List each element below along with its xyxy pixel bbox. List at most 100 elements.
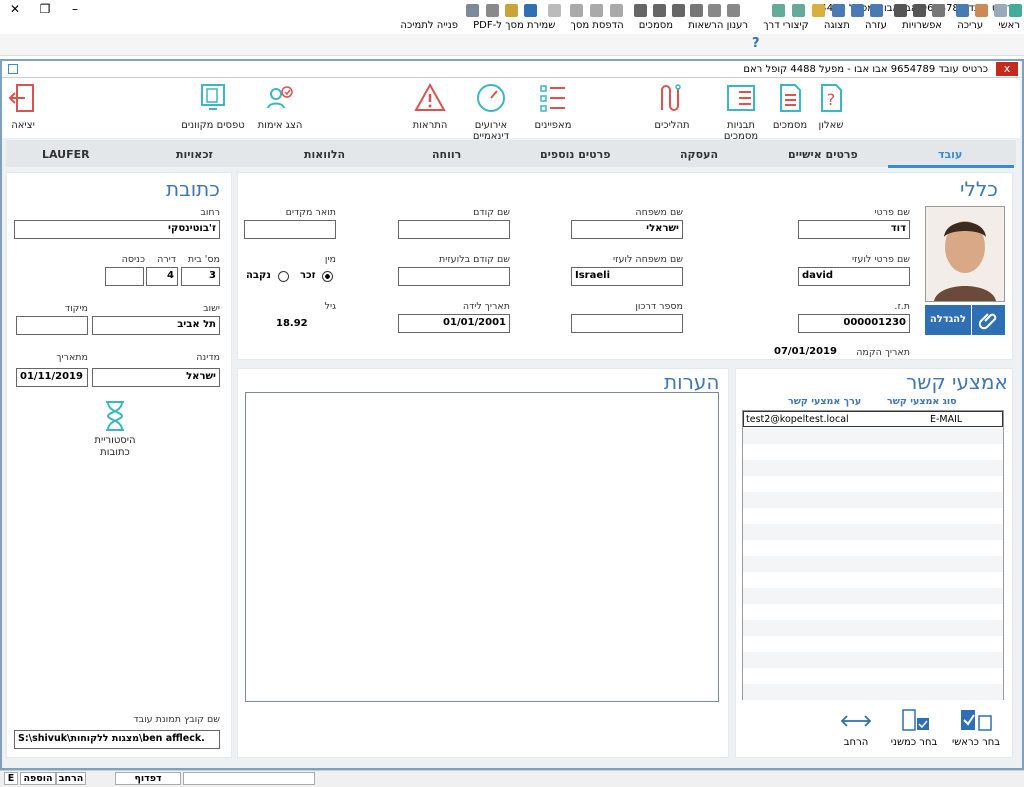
menu-options[interactable]: אפשרויות (902, 18, 942, 34)
city-field[interactable]: תל אביב (92, 316, 220, 335)
street-field[interactable]: ז'בוטינסקי (14, 220, 220, 239)
male-radio[interactable] (322, 271, 333, 282)
first-name-field[interactable]: דוד (798, 220, 910, 239)
check-icon[interactable] (727, 4, 740, 17)
edit-icon[interactable] (975, 4, 988, 17)
grid-icon[interactable] (690, 4, 703, 17)
menu-save-pdf[interactable]: שמירת מסך ל-PDF (473, 18, 555, 34)
help-icon[interactable]: ? (752, 36, 760, 51)
tag-icon[interactable] (812, 4, 825, 17)
passport-field[interactable] (571, 314, 683, 333)
prev-icon[interactable] (870, 4, 883, 17)
filter-icon[interactable] (792, 4, 805, 17)
doc-icon[interactable] (894, 4, 907, 17)
print-icon[interactable] (1009, 4, 1022, 17)
contact-row[interactable]: E-MAIL test2@kopeltest.local (743, 411, 1003, 427)
sort-icon[interactable] (772, 4, 785, 17)
tab-additional[interactable]: פרטים נוספים (540, 148, 610, 161)
close-window-button[interactable]: ✕ (0, 0, 30, 18)
zip-field[interactable] (16, 316, 88, 335)
title-field[interactable] (244, 220, 336, 239)
list-icon[interactable] (634, 4, 647, 17)
tab-laufer[interactable]: LAUFER (42, 148, 90, 161)
prev-name-foreign-field[interactable] (398, 267, 510, 286)
toolbar (0, 34, 1024, 56)
menu-view[interactable]: תצוגה (824, 18, 850, 34)
prev-name-label: שם קודם (473, 207, 510, 218)
grid-row-empty (743, 684, 1003, 700)
alerts-label: התראות (412, 120, 448, 131)
last-name-foreign-field[interactable]: Israeli (571, 267, 683, 286)
features-button[interactable]: מאפיינים (530, 82, 576, 131)
refresh-icon[interactable] (524, 4, 537, 17)
close-employee-window-button[interactable]: x (996, 62, 1018, 76)
menu-shortcuts[interactable]: קיצורי דרך (763, 18, 809, 34)
photo-file-label: שם קובץ תמונת עובד (133, 714, 220, 725)
menu-support[interactable]: פנייה לתמיכה (400, 18, 458, 34)
copy-icon[interactable] (466, 4, 479, 17)
female-radio[interactable] (278, 271, 289, 282)
documents-button[interactable]: מסמכים (770, 82, 810, 131)
first-name-foreign-field[interactable]: david (798, 267, 910, 286)
minimize-window-button[interactable]: – (60, 0, 90, 18)
attach-photo-button[interactable] (972, 305, 1005, 335)
tab-personal[interactable]: פרטים אישיים (788, 148, 858, 161)
expand-button[interactable]: הרחב (834, 708, 878, 748)
last-name-label: שם משפחה (635, 207, 683, 218)
menu-help[interactable]: עזרה (865, 18, 887, 34)
report-icon[interactable] (653, 4, 666, 17)
country-field[interactable]: ישראל (92, 368, 220, 387)
list-features-icon (540, 85, 565, 112)
apt-field[interactable]: 4 (146, 267, 178, 286)
enlarge-photo-button[interactable]: להגדלה (925, 305, 971, 335)
birth-field[interactable]: 01/01/2001 (398, 314, 510, 333)
show-auth-button[interactable]: הצג אימות (252, 82, 308, 131)
prev-name-field[interactable] (398, 220, 510, 239)
from-date-field[interactable]: 01/11/2019 (16, 368, 88, 387)
online-forms-button[interactable]: טפסים מקוונים (178, 82, 248, 131)
address-history-button[interactable]: היסטוריית כתובות (90, 400, 140, 459)
back-icon[interactable] (956, 4, 969, 17)
alerts-button[interactable]: התראות (405, 82, 455, 131)
tab-employee[interactable]: עובד (938, 148, 962, 161)
select-secondary-button[interactable]: בחר כמשני (886, 708, 942, 748)
delete-icon[interactable] (932, 4, 945, 17)
tab-loans[interactable]: הלוואות (304, 148, 345, 161)
id-field[interactable]: 000001230 (798, 314, 910, 333)
entrance-field[interactable] (105, 267, 144, 286)
processes-label: תהליכים (654, 120, 690, 131)
questionnaire-button[interactable]: ? שאלון (813, 82, 849, 131)
copy2-icon[interactable] (570, 4, 583, 17)
paste2-icon[interactable] (610, 4, 623, 17)
tab-employment[interactable]: העסקה (680, 148, 718, 161)
dynamic-events-button[interactable]: אירועים דינאמיים (458, 82, 524, 142)
documents-label: מסמכים (772, 120, 808, 131)
tab-welfare[interactable]: רווחה (432, 148, 461, 161)
processes-button[interactable]: תהליכים (644, 82, 700, 131)
doc-templates-button[interactable]: תבניות מסמכים (710, 82, 772, 142)
menu-home[interactable]: ראשי (998, 18, 1020, 34)
user-icon[interactable] (994, 4, 1007, 17)
cut2-icon[interactable] (590, 4, 603, 17)
next-icon[interactable] (851, 4, 864, 17)
restore-window-button[interactable]: ❐ (30, 0, 60, 18)
table-icon[interactable] (708, 4, 721, 17)
undo-icon[interactable] (548, 4, 561, 17)
doc2-icon[interactable] (913, 4, 926, 17)
tab-entitlements[interactable]: זכאויות (176, 148, 213, 161)
menu-refresh-permissions[interactable]: רענון הרשאות (688, 18, 748, 34)
doc-templates-label: תבניות מסמכים (723, 120, 759, 142)
photo-file-field[interactable]: S:\shivuk\מצגות ללקוחות\ben affleck. (14, 730, 220, 749)
menu-edit[interactable]: עריכה (957, 18, 983, 34)
last-name-field[interactable]: ישראלי (571, 220, 683, 239)
form-icon[interactable] (672, 4, 685, 17)
menu-print-screen[interactable]: הדפסת מסך (570, 18, 623, 34)
select-primary-button[interactable]: בחר כראשי (946, 708, 1006, 748)
forward-icon[interactable] (832, 4, 845, 17)
exit-button[interactable]: יציאה (6, 82, 40, 131)
notes-textarea[interactable] (245, 392, 719, 702)
paste-icon[interactable] (505, 4, 518, 17)
cut-icon[interactable] (486, 4, 499, 17)
house-field[interactable]: 3 (181, 267, 220, 286)
menu-documents[interactable]: מסמכים (639, 18, 673, 34)
